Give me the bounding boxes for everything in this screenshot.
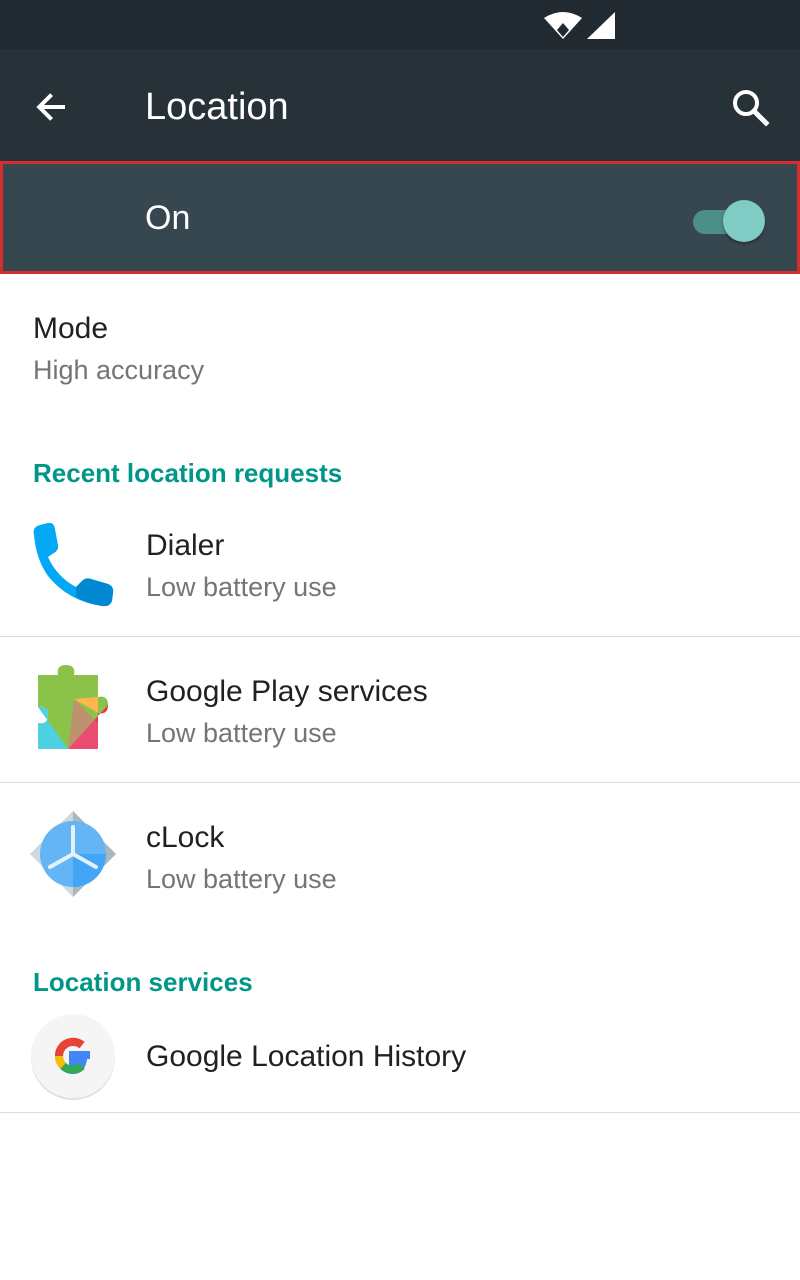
mode-value: High accuracy (33, 355, 205, 385)
app-name: cLock (146, 821, 225, 854)
clock-icon (30, 811, 116, 897)
cell-signal-icon (587, 12, 615, 39)
service-name: Google Location History (146, 1040, 467, 1073)
section-header-location-services: Location services (33, 967, 253, 997)
location-toggle[interactable] (693, 200, 765, 242)
location-master-switch-row[interactable]: On (0, 161, 800, 274)
search-icon[interactable] (726, 83, 774, 131)
page-title: Location (145, 86, 289, 128)
mode-setting[interactable]: Mode High accuracy (0, 289, 800, 409)
switch-label: On (145, 199, 191, 237)
list-item-dialer[interactable]: Dialer Low battery use (0, 491, 800, 637)
list-item-google-play-services[interactable]: Google Play services Low battery use (0, 637, 800, 783)
mode-title: Mode (33, 312, 109, 345)
app-usage: Low battery use (146, 864, 337, 894)
phone-icon (33, 522, 114, 607)
section-header-recent-requests: Recent location requests (33, 458, 343, 488)
wifi-icon (544, 12, 582, 39)
status-bar (0, 0, 800, 49)
divider (0, 1112, 800, 1113)
arrow-back-icon[interactable] (30, 83, 78, 131)
app-name: Google Play services (146, 675, 428, 708)
toggle-thumb (723, 200, 765, 242)
app-bar: Location (0, 49, 800, 161)
google-g-icon (31, 1014, 115, 1100)
app-name: Dialer (146, 529, 225, 562)
list-item-google-location-history[interactable]: Google Location History (0, 1001, 800, 1111)
app-usage: Low battery use (146, 572, 337, 602)
list-item-clock[interactable]: cLock Low battery use (0, 783, 800, 929)
app-usage: Low battery use (146, 718, 337, 748)
puzzle-icon (38, 665, 108, 749)
